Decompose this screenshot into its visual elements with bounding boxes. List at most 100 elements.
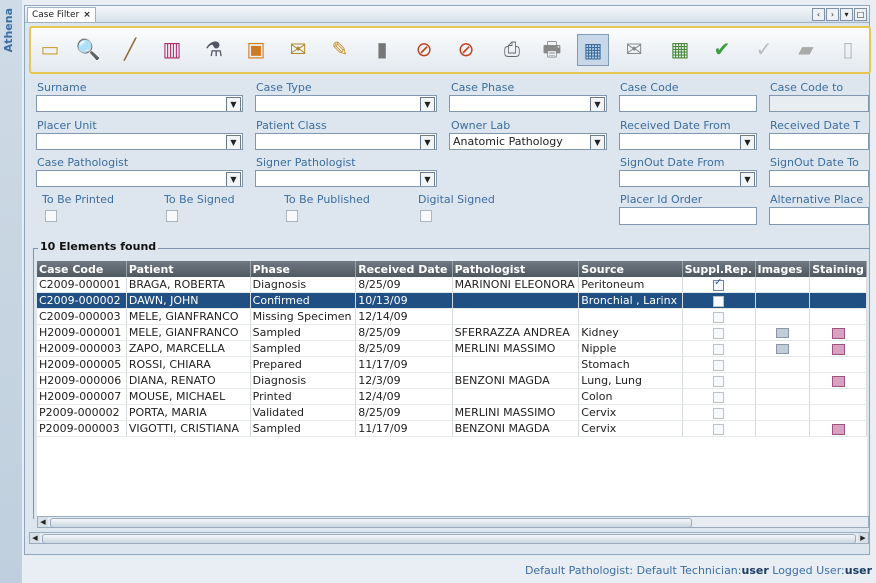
suppl-rep-checkbox[interactable] [713, 391, 725, 403]
confirm-check-icon[interactable]: ✔ [707, 34, 737, 64]
table-row[interactable]: H2009-000003 ZAPO, MARCELLA Sampled 8/25/09… [37, 340, 867, 357]
magnifier-icon[interactable]: 🔍 [73, 34, 103, 64]
table-row[interactable]: P2009-000003 VIGOTTI, CRISTIANA Sampled 11/… [37, 420, 867, 437]
suppl-rep-checkbox[interactable] [713, 327, 725, 339]
col-phase[interactable]: Phase [250, 261, 357, 277]
col-images[interactable]: Images [755, 261, 811, 277]
suppl-rep-checkbox[interactable] [713, 343, 725, 355]
image-icon[interactable] [775, 344, 789, 354]
window-hscrollbar[interactable]: ◀ ▶ [29, 532, 869, 544]
chevron-down-icon[interactable]: ▼ [226, 135, 241, 149]
case-type-select[interactable]: ▼ [255, 95, 437, 112]
printer-icon[interactable]: 🖶 [537, 34, 567, 64]
maximize-icon[interactable]: □ [854, 8, 867, 21]
chevron-down-icon[interactable]: ▼ [740, 172, 755, 186]
stamp-icon[interactable]: ▰ [791, 34, 821, 64]
table-row[interactable]: H2009-000005 ROSSI, CHIARA Prepared 11/17/0… [37, 356, 867, 373]
received-from-date[interactable]: ▼ [619, 133, 757, 150]
tab-close-icon[interactable]: × [83, 10, 91, 20]
placer-unit-select[interactable]: ▼ [36, 133, 243, 150]
col-patient[interactable]: Patient [126, 261, 251, 277]
signer-pathologist-select[interactable]: ▼ [255, 170, 437, 187]
digital-signed-checkbox[interactable] [420, 210, 432, 222]
scroll-left-icon[interactable]: ◀ [30, 533, 40, 543]
scroll-left-icon[interactable]: ‹ [812, 8, 825, 21]
suppl-rep-checkbox[interactable] [713, 407, 725, 419]
table-row[interactable]: H2009-000007 MOUSE, MICHAEL Printed 12/4/09… [37, 388, 867, 405]
chevron-down-icon[interactable]: ▼ [420, 97, 435, 111]
to-be-printed-checkbox[interactable] [45, 210, 57, 222]
staining-icon[interactable] [831, 423, 845, 435]
signout-to-date[interactable] [769, 170, 869, 187]
case-phase-select[interactable]: ▼ [449, 95, 607, 112]
app-name[interactable]: Athena [2, 8, 15, 52]
suppl-rep-checkbox[interactable] [713, 423, 725, 435]
alternative-placer-input[interactable] [769, 207, 869, 225]
eraser-icon[interactable]: ▭ [35, 34, 65, 64]
pen-icon[interactable]: ╱ [115, 34, 145, 64]
table-icon[interactable]: ▦ [665, 34, 695, 64]
edit-paper-icon[interactable]: ✉ [283, 34, 313, 64]
col-pathologist[interactable]: Pathologist [452, 261, 580, 277]
window-scroll-thumb[interactable] [42, 534, 856, 544]
tab-case-filter[interactable]: Case Filter × [27, 7, 96, 22]
scroll-right-icon[interactable]: ▶ [858, 533, 868, 543]
chevron-down-icon[interactable]: ▼ [420, 172, 435, 186]
test-tube-icon[interactable]: ▮ [367, 34, 397, 64]
results-grid[interactable]: Case Code Patient Phase Received Date Pa… [37, 261, 867, 517]
col-staining[interactable]: Staining [809, 261, 867, 277]
signout-from-date[interactable]: ▼ [619, 170, 757, 187]
col-suppl-rep[interactable]: Suppl.Rep. [682, 261, 756, 277]
case-code-input[interactable] [619, 95, 757, 112]
table-row[interactable]: H2009-000006 DIANA, RENATO Diagnosis 12/3/0… [37, 372, 867, 389]
microscope-icon[interactable]: ⚗ [199, 34, 229, 64]
dropdown-icon[interactable]: ▾ [840, 8, 853, 21]
case-folder-icon[interactable]: ▣ [241, 34, 271, 64]
chevron-down-icon[interactable]: ▼ [226, 172, 241, 186]
scroll-left-icon[interactable]: ◀ [38, 517, 48, 527]
brush-icon[interactable]: ✓ [749, 34, 779, 64]
chevron-down-icon[interactable]: ▼ [590, 135, 605, 149]
case-pathologist-select[interactable]: ▼ [36, 170, 243, 187]
pdf-icon[interactable]: ▯ [833, 34, 863, 64]
scroll-right-icon[interactable]: › [826, 8, 839, 21]
table-row[interactable]: C2009-000003 MELE, GIANFRANCO Missing Spec… [37, 308, 867, 325]
specimen-boxes-icon[interactable]: ▥ [157, 34, 187, 64]
owner-lab-select[interactable]: Anatomic Pathology ▼ [449, 133, 607, 150]
grid-settings-icon[interactable]: ▦ [577, 34, 609, 66]
grid-hscrollbar[interactable]: ◀ [37, 516, 869, 528]
grid-scroll-thumb[interactable] [50, 518, 692, 528]
suppl-rep-checkbox[interactable] [713, 359, 725, 371]
staining-icon[interactable] [831, 343, 845, 355]
suppl-rep-checkbox[interactable] [713, 375, 725, 387]
staining-icon[interactable] [831, 327, 845, 339]
to-be-signed-checkbox[interactable] [166, 210, 178, 222]
chevron-down-icon[interactable]: ▼ [590, 97, 605, 111]
staining-icon[interactable] [831, 375, 845, 387]
patient-class-select[interactable]: ▼ [255, 133, 437, 150]
to-be-published-checkbox[interactable] [286, 210, 298, 222]
chevron-down-icon[interactable]: ▼ [226, 97, 241, 111]
notepad-icon[interactable]: ✎ [325, 34, 355, 64]
chevron-down-icon[interactable]: ▼ [740, 135, 755, 149]
table-row[interactable]: C2009-000002 DAWN, JOHN Confirmed 10/13/09 B… [37, 292, 867, 309]
scalpel-remove-icon[interactable]: ⊘ [451, 34, 481, 64]
table-row[interactable]: P2009-000002 PORTA, MARIA Validated 8/25/09… [37, 404, 867, 421]
col-case-code[interactable]: Case Code [37, 261, 127, 277]
received-to-date[interactable] [769, 133, 869, 150]
suppl-rep-checkbox[interactable] [713, 295, 725, 307]
col-received-date[interactable]: Received Date [355, 261, 453, 277]
chevron-down-icon[interactable]: ▼ [420, 135, 435, 149]
col-source[interactable]: Source [578, 261, 683, 277]
placer-id-order-input[interactable] [619, 207, 757, 225]
surname-select[interactable]: ▼ [36, 95, 243, 112]
suppl-rep-checkbox[interactable] [713, 277, 725, 291]
table-row[interactable]: C2009-000001 BRAGA, ROBERTA Diagnosis 8/25/… [37, 277, 867, 293]
print-preview-icon[interactable]: ⎙ [497, 34, 527, 64]
suppl-rep-checkbox[interactable] [713, 311, 725, 323]
mail-icon[interactable]: ✉ [619, 34, 649, 64]
scalpel-add-icon[interactable]: ⊘ [409, 34, 439, 64]
table-row[interactable]: H2009-000001 MELE, GIANFRANCO Sampled 8/25/… [37, 324, 867, 341]
case-code-to-input[interactable] [769, 95, 869, 112]
image-icon[interactable] [775, 328, 789, 338]
